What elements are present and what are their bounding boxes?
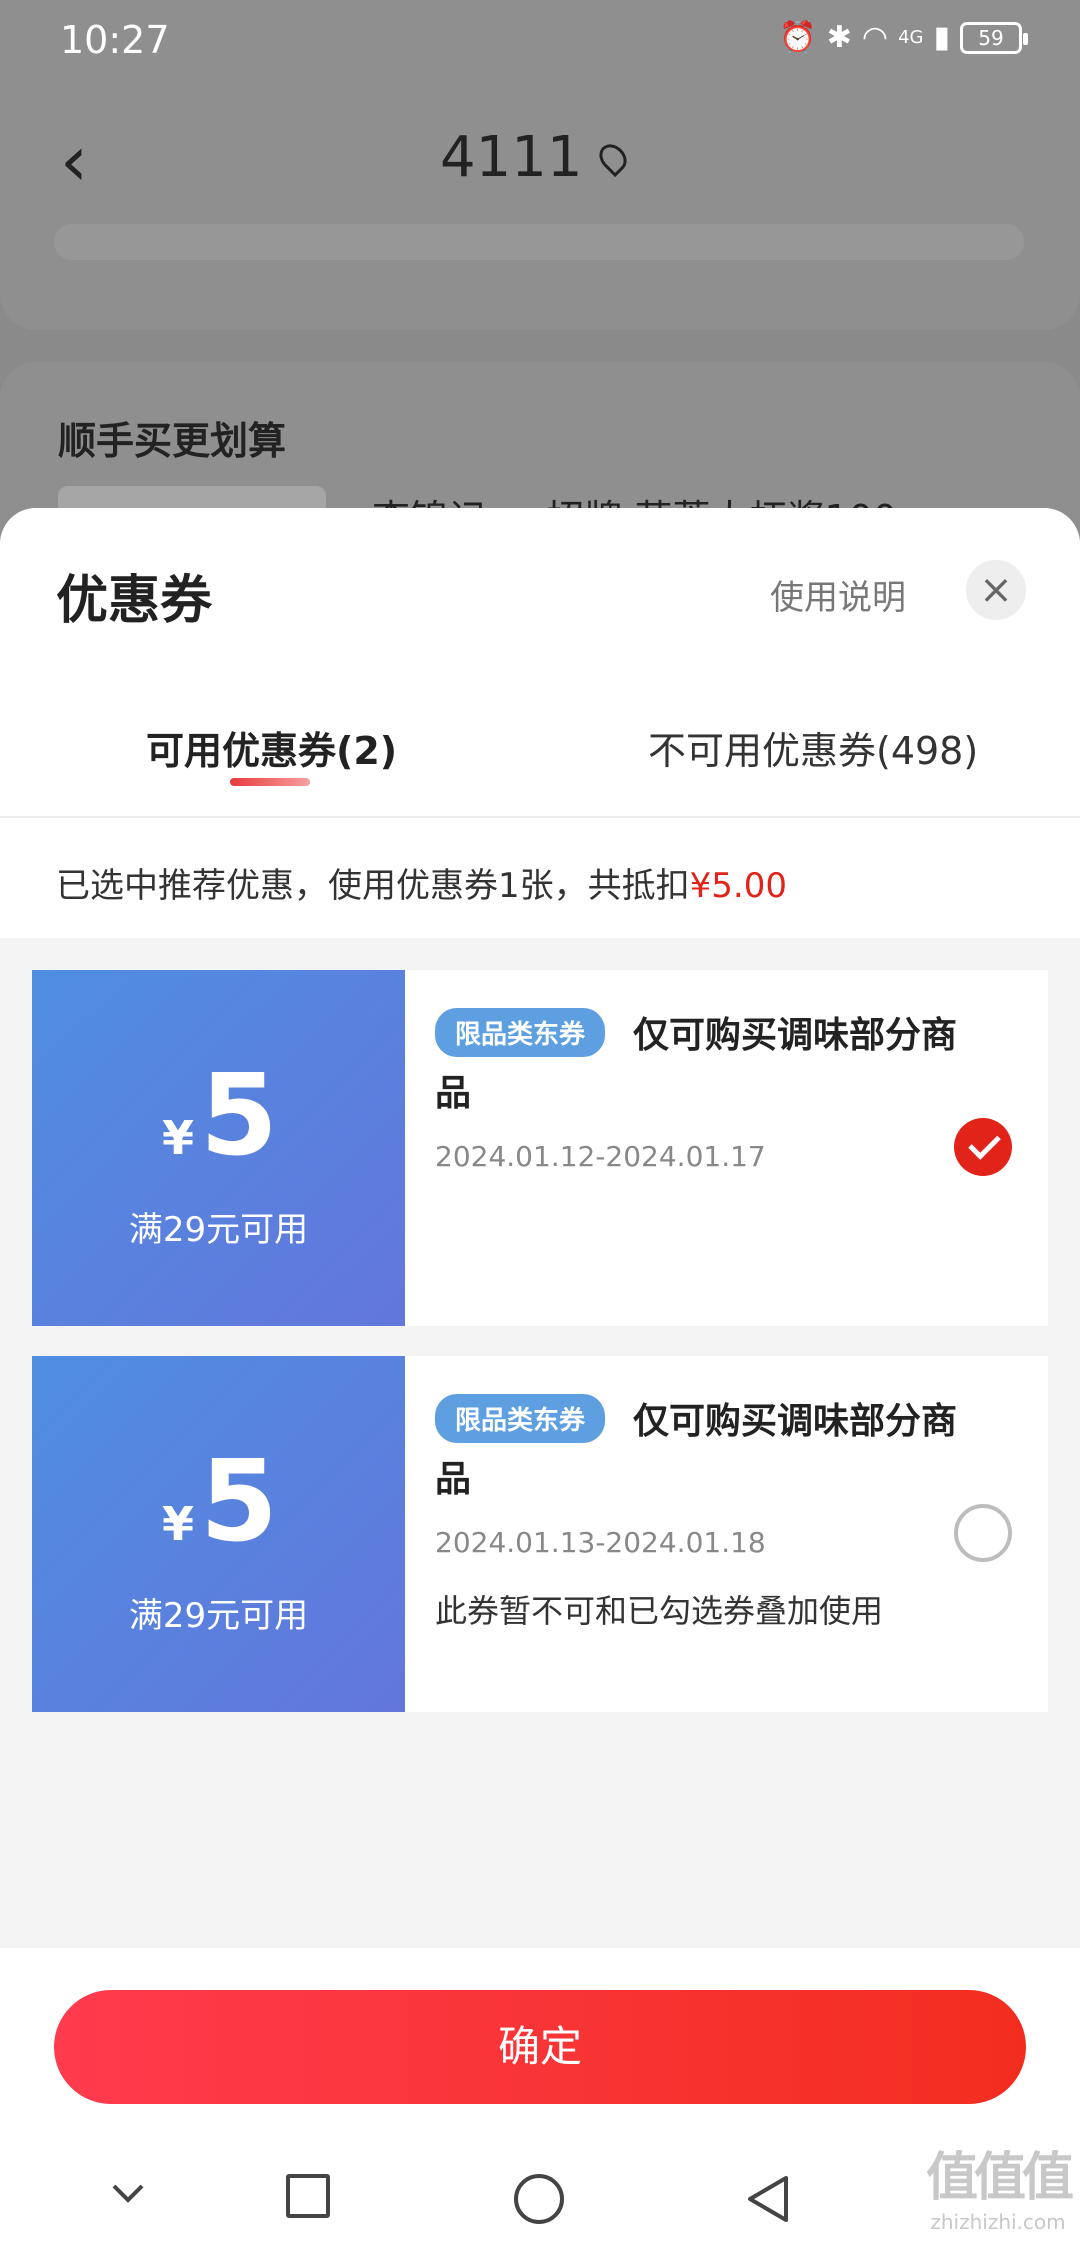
- signal-bars-icon: ▮: [933, 20, 950, 55]
- coupon-value-panel: ¥ 5 满29元可用: [26, 970, 405, 1326]
- coupon-note: 此券暂不可和已勾选券叠加使用: [435, 1592, 884, 1630]
- tab-available-coupons[interactable]: 可用优惠券(2): [146, 720, 397, 775]
- bluetooth-icon: ✱: [826, 20, 852, 55]
- chevron-down-icon[interactable]: [110, 2174, 146, 2210]
- summary-text: 已选中推荐优惠，使用优惠券1张，共抵扣: [56, 866, 690, 906]
- coupon-amount-value: 5: [200, 1051, 278, 1181]
- divider: [0, 816, 1080, 818]
- background-bar: [54, 224, 1024, 260]
- status-time: 10:27: [60, 18, 170, 62]
- coupon-value-panel: ¥ 5 满29元可用: [26, 1356, 405, 1712]
- usage-instructions-link[interactable]: 使用说明: [770, 570, 906, 619]
- coupon-validity: 2024.01.12-2024.01.17: [435, 1140, 766, 1173]
- coupon-sheet: 优惠券 使用说明 × 可用优惠券(2) 不可用优惠券(498) 已选中推荐优惠，…: [0, 508, 1080, 2244]
- tab-indicator: [230, 778, 310, 786]
- coupon-name: 仅可购买调味部分商: [633, 1015, 958, 1056]
- currency-symbol: ¥: [162, 1111, 195, 1165]
- coupon-threshold: 满29元可用: [128, 1596, 309, 1636]
- coupon-threshold: 满29元可用: [128, 1210, 309, 1250]
- wifi-icon: ◠: [861, 20, 889, 55]
- recent-apps-icon[interactable]: [286, 2174, 330, 2218]
- back-triangle-icon[interactable]: [746, 2174, 790, 2224]
- coupon-name-continued: 品: [435, 1459, 472, 1500]
- selection-summary: 已选中推荐优惠，使用优惠券1张，共抵扣¥5.00: [56, 858, 787, 907]
- sheet-title: 优惠券: [56, 571, 213, 631]
- watermark-logo: 值值值: [925, 2148, 1074, 2208]
- radio-unselected-icon[interactable]: [954, 1504, 1012, 1562]
- currency-symbol: ¥: [162, 1497, 195, 1551]
- system-nav-bar: [0, 2138, 1080, 2244]
- coupon-details: 限品类东券 仅可购买调味部分商 品 2024.01.12-2024.01.17: [405, 970, 1048, 1326]
- coupon-amount: ¥ 5: [162, 1060, 278, 1172]
- coupon-amount: ¥ 5: [162, 1446, 278, 1558]
- close-icon[interactable]: ×: [966, 560, 1026, 620]
- coupon-name: 仅可购买调味部分商: [633, 1401, 958, 1442]
- coupon-validity: 2024.01.13-2024.01.18: [435, 1526, 766, 1559]
- tab-unavailable-coupons[interactable]: 不可用优惠券(498): [648, 720, 978, 775]
- coupon-name-continued: 品: [435, 1073, 472, 1114]
- watermark: 值值值 zhizhizhi.com: [925, 2135, 1074, 2234]
- coupon-details: 限品类东券 仅可购买调味部分商 品 2024.01.13-2024.01.18 …: [405, 1356, 1048, 1712]
- store-number: 4111: [440, 125, 583, 190]
- background-section-title: 顺手买更划算: [58, 419, 287, 463]
- coupon-amount-value: 5: [200, 1437, 278, 1567]
- alarm-icon: ⏰: [779, 20, 817, 55]
- sheet-header: 优惠券 使用说明 × 可用优惠券(2) 不可用优惠券(498) 已选中推荐优惠，…: [0, 508, 1080, 938]
- bottom-bar: 确定 值值值 zhizhizhi.com: [0, 1948, 1080, 2244]
- signal-icon: 4G: [898, 27, 924, 48]
- coupon-card[interactable]: ¥ 5 满29元可用 限品类东券 仅可购买调味部分商 品 2024.01.12-…: [26, 970, 1048, 1326]
- coupon-card[interactable]: ¥ 5 满29元可用 限品类东券 仅可购买调味部分商 品 2024.01.13-…: [26, 1356, 1048, 1712]
- coupon-tag: 限品类东券: [435, 1394, 606, 1443]
- checkmark-selected-icon[interactable]: [954, 1118, 1012, 1176]
- summary-amount: ¥5.00: [689, 866, 787, 906]
- status-bar: 10:27 ⏰ ✱ ◠ 4G ▮ 59: [0, 0, 1080, 80]
- status-icons: ⏰ ✱ ◠ 4G ▮ 59: [779, 20, 1028, 55]
- battery-icon: 59: [960, 21, 1028, 54]
- confirm-button[interactable]: 确定: [54, 1990, 1026, 2104]
- watermark-url: zhizhizhi.com: [930, 2210, 1066, 2234]
- home-icon[interactable]: [514, 2174, 564, 2224]
- background-title: 4111: [440, 125, 632, 190]
- coupon-tag: 限品类东券: [435, 1008, 606, 1057]
- chevron-left-icon[interactable]: ‹: [60, 120, 88, 202]
